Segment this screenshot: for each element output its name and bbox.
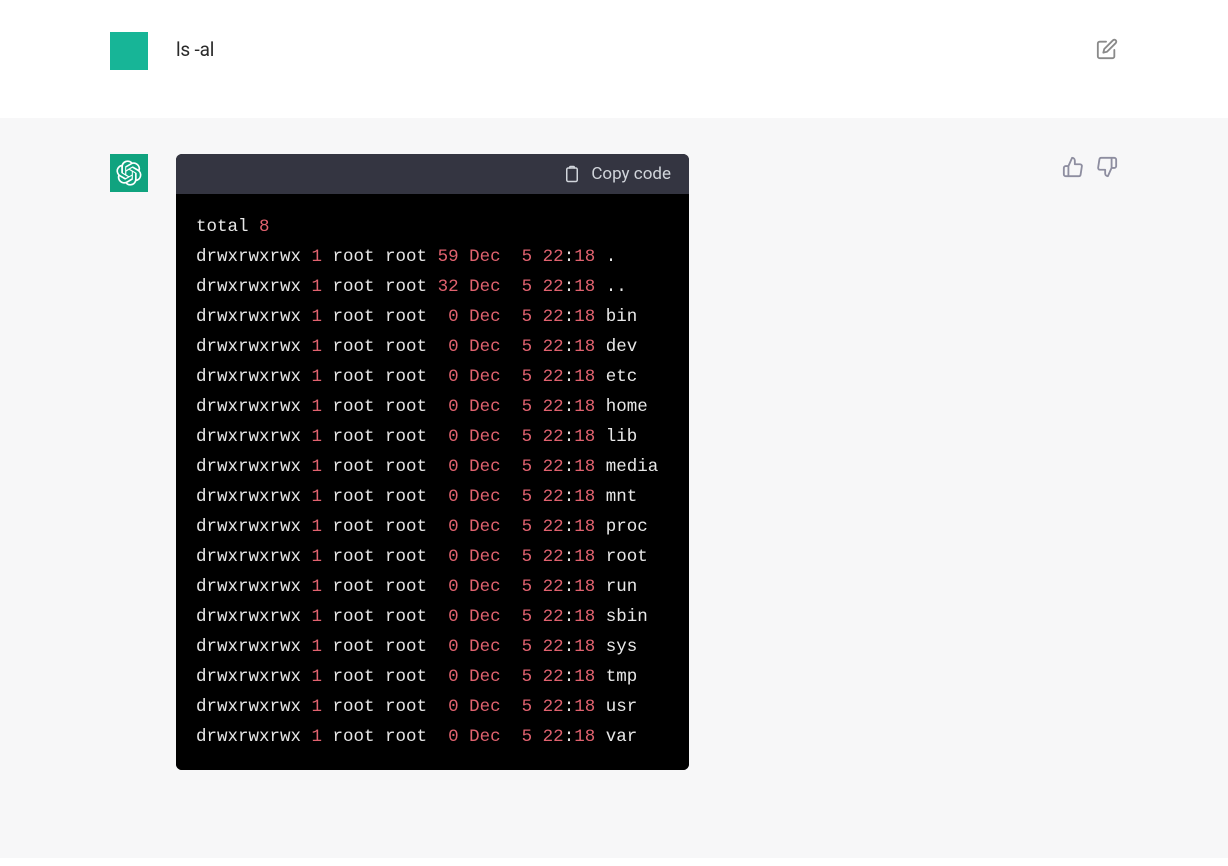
assistant-content: Copy code total 8 drwxrwxrwx 1 root root… [176, 154, 1034, 770]
code-block-header: Copy code [176, 154, 689, 194]
code-output: total 8 drwxrwxrwx 1 root root 59 Dec 5 … [176, 194, 689, 770]
code-block: Copy code total 8 drwxrwxrwx 1 root root… [176, 154, 689, 770]
copy-code-button[interactable]: Copy code [563, 164, 671, 184]
edit-icon[interactable] [1096, 38, 1118, 60]
user-message-row: ls -al [0, 0, 1228, 118]
openai-logo-icon [116, 160, 142, 186]
assistant-message-row: Copy code total 8 drwxrwxrwx 1 root root… [0, 118, 1228, 858]
user-message-text: ls -al [176, 32, 1068, 61]
assistant-actions [1062, 154, 1118, 178]
thumbs-up-icon[interactable] [1062, 156, 1084, 178]
user-actions [1096, 32, 1118, 64]
copy-code-label: Copy code [591, 164, 671, 184]
clipboard-icon [563, 164, 581, 184]
thumbs-down-icon[interactable] [1096, 156, 1118, 178]
assistant-avatar [110, 154, 148, 192]
user-avatar [110, 32, 148, 70]
